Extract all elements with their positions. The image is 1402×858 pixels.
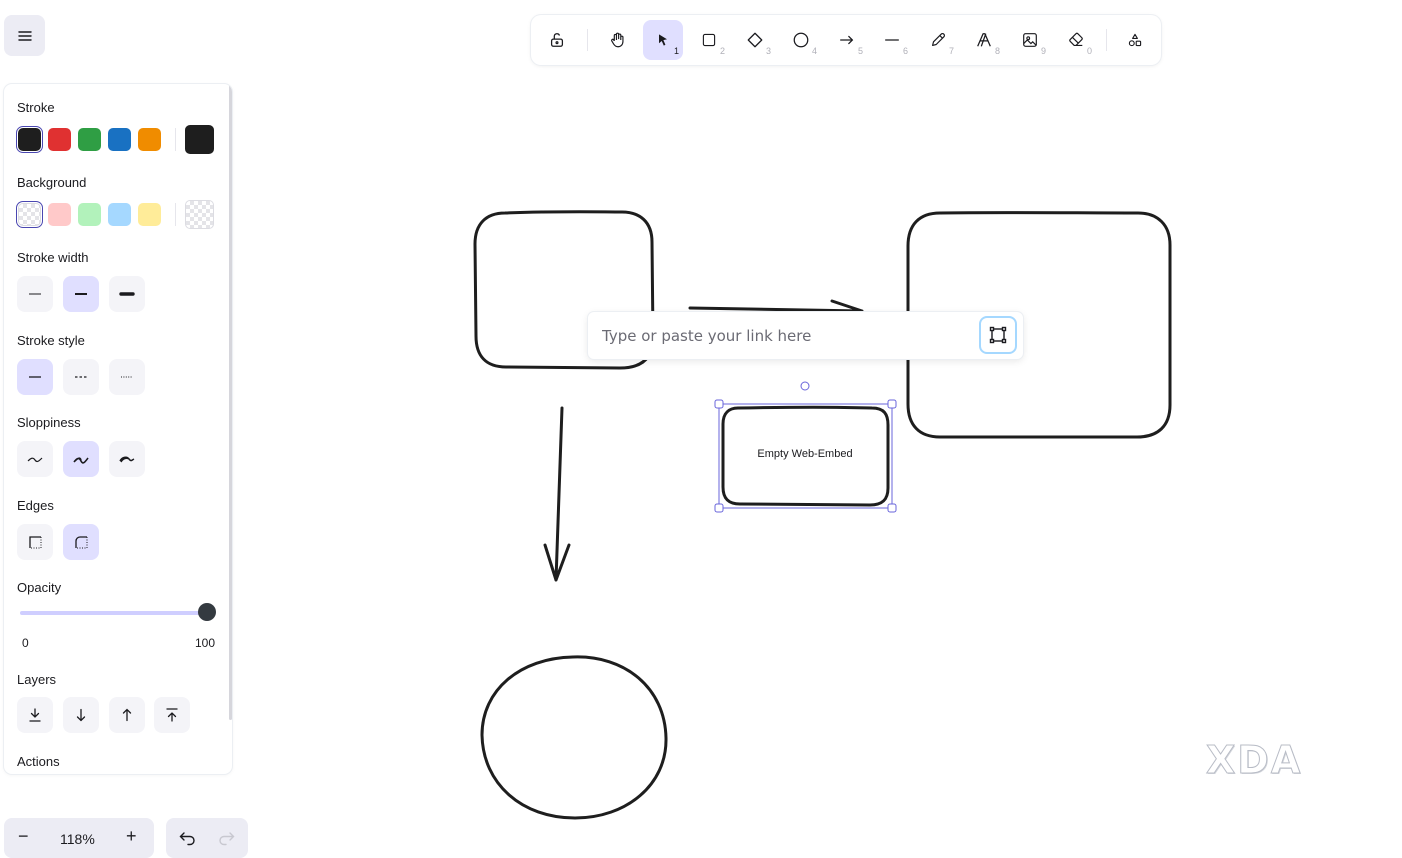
resize-handle bbox=[714, 503, 724, 513]
xda-watermark-logo: XDA bbox=[1205, 738, 1303, 783]
resize-handle bbox=[887, 503, 897, 513]
canvas-arrow-shape bbox=[688, 299, 864, 313]
link-editor-popup bbox=[588, 312, 1023, 359]
drawing-canvas[interactable] bbox=[0, 0, 1402, 844]
web-embed-label: Empty Web-Embed bbox=[757, 448, 853, 460]
canvas-arrow-shape bbox=[543, 406, 571, 582]
link-input[interactable] bbox=[596, 320, 974, 352]
resize-handle bbox=[714, 399, 724, 409]
frame-icon bbox=[989, 326, 1007, 344]
resize-handle bbox=[887, 399, 897, 409]
embed-toggle-button[interactable] bbox=[979, 316, 1017, 354]
rotate-handle bbox=[800, 381, 810, 391]
canvas-ellipse-shape bbox=[480, 655, 668, 820]
